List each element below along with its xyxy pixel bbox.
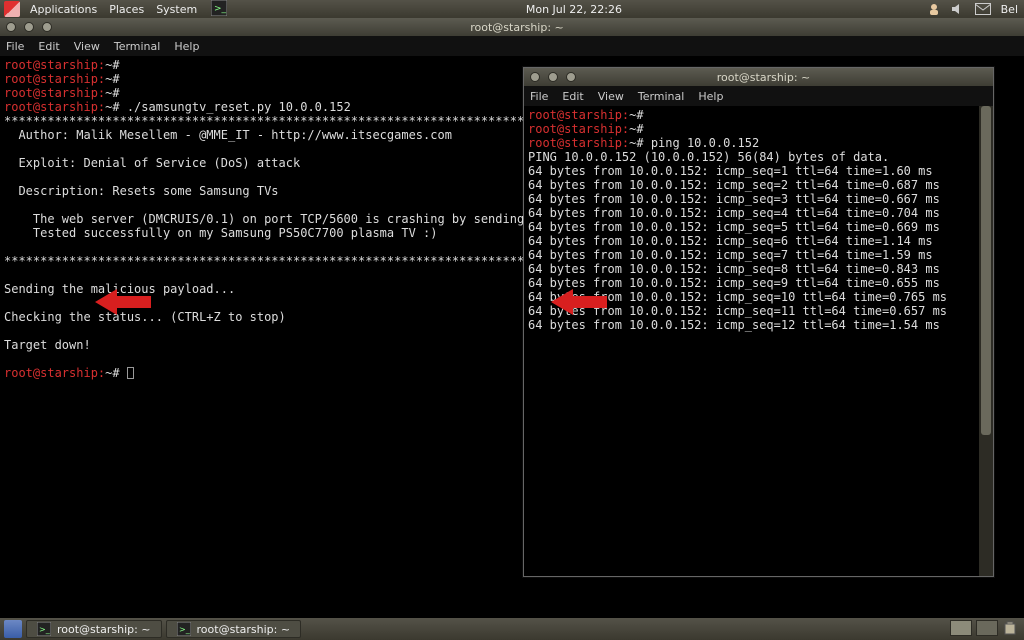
svg-text:>_: >_: [214, 4, 227, 14]
secondary-terminal-window: root@starship: ~ File Edit View Terminal…: [523, 67, 994, 577]
svg-text:>_: >_: [179, 625, 191, 634]
window-title-label: root@starship: ~: [60, 21, 974, 34]
script-border: ****************************************…: [4, 254, 582, 268]
mail-icon[interactable]: [975, 3, 991, 15]
prompt-path: ~#: [105, 366, 119, 380]
workspace-switcher[interactable]: [950, 620, 972, 636]
taskbar-item-label: root@starship: ~: [197, 623, 291, 636]
menu-edit[interactable]: Edit: [562, 90, 583, 103]
terminal-icon: >_: [37, 622, 51, 636]
ping-line: 64 bytes from 10.0.0.152: icmp_seq=10 tt…: [528, 290, 947, 304]
close-button[interactable]: [42, 22, 52, 32]
system-tray: Bel: [921, 2, 1024, 16]
ping-line: 64 bytes from 10.0.0.152: icmp_seq=4 ttl…: [528, 206, 940, 220]
window-title-label: root@starship: ~: [584, 71, 943, 84]
script-checking: Checking the status... (CTRL+Z to stop): [4, 310, 286, 324]
prompt-path: ~#: [105, 86, 119, 100]
scrollbar-thumb[interactable]: [981, 106, 991, 435]
workspace-switcher[interactable]: [976, 620, 998, 636]
ping-line: 64 bytes from 10.0.0.152: icmp_seq=2 ttl…: [528, 178, 940, 192]
ping-line: 64 bytes from 10.0.0.152: icmp_seq=3 ttl…: [528, 192, 940, 206]
command-text: ./samsungtv_reset.py 10.0.0.152: [120, 100, 351, 114]
volume-icon[interactable]: [951, 2, 965, 16]
user-indicator-icon[interactable]: [927, 2, 941, 16]
scrollbar[interactable]: [979, 106, 993, 576]
close-button[interactable]: [566, 72, 576, 82]
menu-edit[interactable]: Edit: [38, 40, 59, 53]
prompt-path: ~#: [105, 58, 119, 72]
script-sending: Sending the malicious payload...: [4, 282, 235, 296]
menu-file[interactable]: File: [530, 90, 548, 103]
menu-terminal[interactable]: Terminal: [114, 40, 161, 53]
user-name-label[interactable]: Bel: [1001, 3, 1018, 16]
clock[interactable]: Mon Jul 22, 22:26: [526, 3, 622, 16]
terminal-icon: >_: [177, 622, 191, 636]
bottom-panel: >_ root@starship: ~ >_ root@starship: ~: [0, 618, 1024, 640]
secondary-terminal-titlebar[interactable]: root@starship: ~: [524, 68, 993, 86]
menu-file[interactable]: File: [6, 40, 24, 53]
prompt: root@starship:: [4, 58, 105, 72]
script-exploit: Exploit: Denial of Service (DoS) attack: [4, 156, 300, 170]
show-desktop-button[interactable]: [4, 620, 22, 638]
ping-line: 64 bytes from 10.0.0.152: icmp_seq=9 ttl…: [528, 276, 940, 290]
menu-help[interactable]: Help: [174, 40, 199, 53]
menu-applications[interactable]: Applications: [24, 3, 103, 16]
prompt: root@starship:: [4, 366, 105, 380]
script-target-down: Target down!: [4, 338, 91, 352]
script-border: ****************************************…: [4, 114, 582, 128]
menu-view[interactable]: View: [74, 40, 100, 53]
menu-view[interactable]: View: [598, 90, 624, 103]
ping-line: 64 bytes from 10.0.0.152: icmp_seq=8 ttl…: [528, 262, 940, 276]
svg-text:>_: >_: [39, 625, 51, 634]
maximize-button[interactable]: [24, 22, 34, 32]
top-panel: Applications Places System >_ Mon Jul 22…: [0, 0, 1024, 18]
prompt: root@starship:: [528, 122, 629, 136]
ping-line: 64 bytes from 10.0.0.152: icmp_seq=5 ttl…: [528, 220, 940, 234]
command-text: ping 10.0.0.152: [644, 136, 760, 150]
prompt-path: ~#: [105, 100, 119, 114]
taskbar-item-label: root@starship: ~: [57, 623, 151, 636]
ping-line: 64 bytes from 10.0.0.152: icmp_seq=1 ttl…: [528, 164, 933, 178]
prompt: root@starship:: [528, 136, 629, 150]
taskbar-item[interactable]: >_ root@starship: ~: [26, 620, 162, 638]
menu-system[interactable]: System: [150, 3, 203, 16]
minimize-button[interactable]: [6, 22, 16, 32]
ping-line: 64 bytes from 10.0.0.152: icmp_seq=12 tt…: [528, 318, 940, 332]
prompt: root@starship:: [4, 100, 105, 114]
ping-line: 64 bytes from 10.0.0.152: icmp_seq=7 ttl…: [528, 248, 933, 262]
secondary-terminal-body[interactable]: root@starship:~# root@starship:~# root@s…: [524, 106, 993, 576]
ping-header: PING 10.0.0.152 (10.0.0.152) 56(84) byte…: [528, 150, 889, 164]
maximize-button[interactable]: [548, 72, 558, 82]
panel-terminal-icon[interactable]: >_: [211, 0, 227, 19]
prompt-path: ~#: [629, 122, 643, 136]
prompt: root@starship:: [4, 86, 105, 100]
cursor-icon: [127, 367, 134, 379]
main-terminal-titlebar[interactable]: root@starship: ~: [0, 18, 1024, 36]
prompt: root@starship:: [528, 108, 629, 122]
ping-line: 64 bytes from 10.0.0.152: icmp_seq=6 ttl…: [528, 234, 933, 248]
menu-places[interactable]: Places: [103, 3, 150, 16]
prompt: root@starship:: [4, 72, 105, 86]
trash-icon[interactable]: [1002, 620, 1018, 639]
prompt-path: ~#: [105, 72, 119, 86]
distro-icon[interactable]: [4, 1, 20, 17]
script-author: Author: Malik Mesellem - @MME_IT - http:…: [4, 128, 452, 142]
prompt-path: ~#: [629, 136, 643, 150]
menu-help[interactable]: Help: [698, 90, 723, 103]
script-description: Description: Resets some Samsung TVs: [4, 184, 279, 198]
taskbar-item[interactable]: >_ root@starship: ~: [166, 620, 302, 638]
script-detail: Tested successfully on my Samsung PS50C7…: [4, 226, 437, 240]
menu-terminal[interactable]: Terminal: [638, 90, 685, 103]
ping-line: 64 bytes from 10.0.0.152: icmp_seq=11 tt…: [528, 304, 947, 318]
secondary-terminal-menubar: File Edit View Terminal Help: [524, 86, 993, 106]
minimize-button[interactable]: [530, 72, 540, 82]
prompt-path: ~#: [629, 108, 643, 122]
main-terminal-menubar: File Edit View Terminal Help: [0, 36, 1024, 56]
